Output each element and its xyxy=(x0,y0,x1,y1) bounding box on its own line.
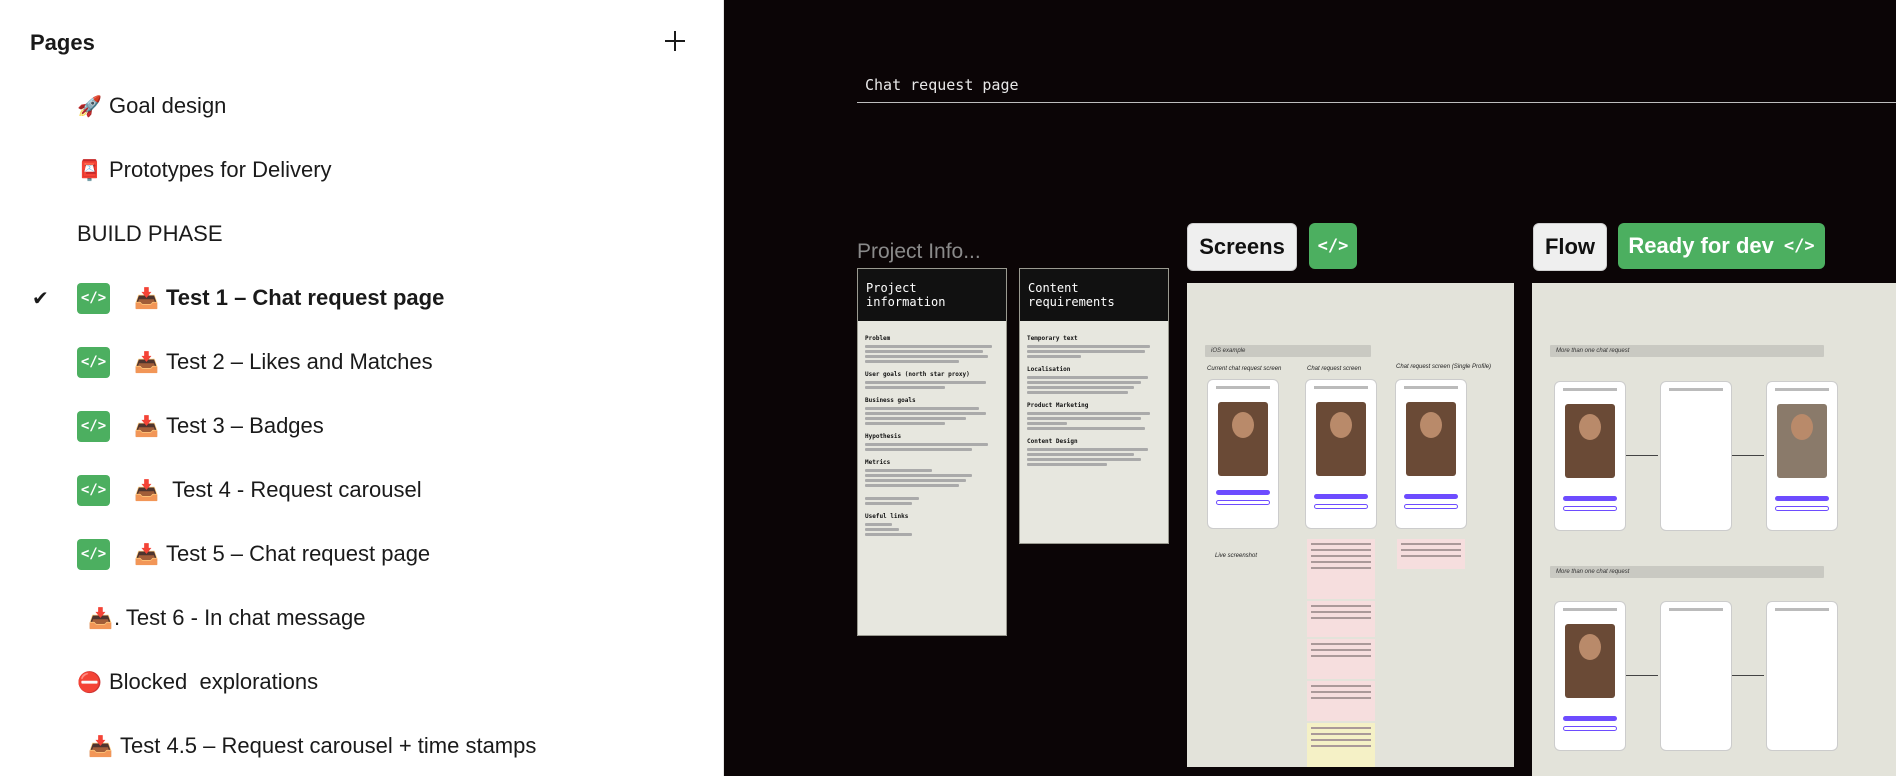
annotation-note xyxy=(1307,539,1375,599)
pages-header: Pages xyxy=(30,30,95,55)
section-heading: Content Design xyxy=(1027,438,1078,445)
pages-panel: Pages 🚀 Goal design 📮 Prototypes for Del… xyxy=(0,0,724,776)
annotation-note xyxy=(1307,681,1375,721)
annotation-note xyxy=(1307,723,1375,767)
section-bar: iOS example xyxy=(1205,345,1371,357)
page-item-prototypes[interactable]: 📮 Prototypes for Delivery xyxy=(77,142,801,198)
page-item-blocked[interactable]: ⛔ Blocked explorations xyxy=(77,654,801,710)
phone-mockup[interactable] xyxy=(1660,601,1732,751)
page-item-build-phase[interactable]: BUILD PHASE xyxy=(77,206,801,262)
flow-arrow xyxy=(1732,675,1764,676)
code-icon: </> xyxy=(77,282,110,314)
flow-board[interactable]: More than one chat request More than one… xyxy=(1532,283,1896,776)
section-bar: More than one chat request xyxy=(1550,345,1824,357)
section-heading: Product Marketing xyxy=(1027,402,1089,409)
page-item-test-4-5[interactable]: 📥 Test 4.5 – Request carousel + time sta… xyxy=(88,718,812,774)
flow-arrow xyxy=(1626,675,1658,676)
section-heading: Problem xyxy=(865,335,891,342)
project-information-card[interactable]: Project information Problem User goals (… xyxy=(857,268,1007,636)
section-heading: Useful links xyxy=(865,513,909,520)
page-label: BUILD PHASE xyxy=(77,221,223,246)
code-icon[interactable]: </> xyxy=(1309,223,1357,269)
add-page-button[interactable] xyxy=(660,26,690,56)
section-heading: User goals (north star proxy) xyxy=(865,371,970,378)
screen-label: Chat request screen xyxy=(1307,366,1362,372)
checkmark-icon: ✔ xyxy=(32,287,49,310)
phone-mockup[interactable] xyxy=(1207,379,1279,529)
card-title: Project information xyxy=(858,269,1006,321)
content-requirements-card[interactable]: Content requirements Temporary text Loca… xyxy=(1019,268,1169,544)
section-bar: More than one chat request xyxy=(1550,566,1824,578)
pill-text: Ready for dev xyxy=(1628,233,1774,258)
annotation-note xyxy=(1307,639,1375,679)
section-heading: Hypothesis xyxy=(865,433,902,440)
page-label: Test 2 – Likes and Matches xyxy=(166,349,433,374)
annotation-note xyxy=(1307,601,1375,637)
page-label: . Test 6 - In chat message xyxy=(114,605,366,630)
page-label: Test 5 – Chat request page xyxy=(166,541,431,566)
phone-mockup[interactable] xyxy=(1305,379,1377,529)
page-label: Test 4.5 – Request carousel + time stamp… xyxy=(120,733,537,758)
code-icon: </> xyxy=(77,474,110,506)
frame-title[interactable]: Chat request page xyxy=(865,76,1019,94)
inbox-tray-icon: 📥 xyxy=(88,734,113,758)
phone-mockup[interactable] xyxy=(1554,601,1626,751)
page-label: Prototypes for Delivery xyxy=(109,157,332,182)
code-icon: </> xyxy=(77,410,110,442)
inbox-tray-icon: 📥 xyxy=(88,606,113,630)
screens-label[interactable]: Screens xyxy=(1187,223,1297,271)
screens-board[interactable]: iOS example Current chat request screen … xyxy=(1187,283,1514,767)
pill-text: </> xyxy=(1317,236,1349,256)
card-body: Problem User goals (north star proxy) Bu… xyxy=(858,321,1006,544)
page-label: Goal design xyxy=(109,93,227,118)
pill-text: Flow xyxy=(1544,234,1596,259)
annotation-note xyxy=(1397,539,1465,569)
inbox-tray-icon: 📥 xyxy=(134,478,159,502)
page-item-test-4[interactable]: </> 📥 Test 4 - Request carousel xyxy=(0,462,724,518)
mailbox-icon: 📮 xyxy=(77,158,102,182)
page-item-test-6[interactable]: 📥 . Test 6 - In chat message xyxy=(88,590,812,646)
live-screenshot-label: Live screenshot xyxy=(1215,553,1258,559)
screen-label: Chat request screen (Single Profile) xyxy=(1396,364,1492,370)
page-item-test-5[interactable]: </> 📥 Test 5 – Chat request page xyxy=(0,526,724,582)
code-icon: </> xyxy=(77,538,110,570)
card-title: Content requirements xyxy=(1020,269,1168,321)
no-entry-icon: ⛔ xyxy=(77,670,102,694)
phone-mockup[interactable] xyxy=(1395,379,1467,529)
flow-arrow xyxy=(1732,455,1764,456)
phone-mockup[interactable] xyxy=(1766,601,1838,751)
page-label: Blocked explorations xyxy=(109,669,319,694)
page-item-test-1[interactable]: ✔ </> 📥 Test 1 – Chat request page xyxy=(0,270,724,326)
design-canvas[interactable]: Chat request page Project Info... Projec… xyxy=(725,0,1896,776)
inbox-tray-icon: 📥 xyxy=(134,286,159,310)
section-heading: Business goals xyxy=(865,397,916,404)
screen-label: Current chat request screen xyxy=(1207,366,1282,372)
section-heading: Localisation xyxy=(1027,366,1071,373)
section-heading: Temporary text xyxy=(1027,335,1078,342)
card-body: Temporary text Localisation Product Mark… xyxy=(1020,321,1168,474)
inbox-tray-icon: 📥 xyxy=(134,414,159,438)
page-label: Test 3 – Badges xyxy=(166,413,324,438)
section-heading: Metrics xyxy=(865,459,891,466)
rocket-icon: 🚀 xyxy=(77,94,102,118)
frame-divider xyxy=(857,102,1896,103)
page-item-test-2[interactable]: </> 📥 Test 2 – Likes and Matches xyxy=(0,334,724,390)
flow-label[interactable]: Flow xyxy=(1533,223,1607,271)
flow-arrow xyxy=(1626,455,1658,456)
inbox-tray-icon: 📥 xyxy=(134,350,159,374)
ready-for-dev-badge[interactable]: Ready for dev </> xyxy=(1618,223,1825,269)
phone-mockup[interactable] xyxy=(1554,381,1626,531)
page-label: Test 1 – Chat request page xyxy=(166,285,445,310)
pill-text: Screens xyxy=(1199,234,1285,259)
page-item-goal-design[interactable]: 🚀 Goal design xyxy=(77,78,801,134)
code-icon: </> xyxy=(77,346,110,378)
phone-mockup[interactable] xyxy=(1660,381,1732,531)
project-info-label[interactable]: Project Info... xyxy=(857,240,981,264)
code-icon: </> xyxy=(1783,236,1815,256)
page-item-test-3[interactable]: </> 📥 Test 3 – Badges xyxy=(0,398,724,454)
inbox-tray-icon: 📥 xyxy=(134,542,159,566)
phone-mockup[interactable] xyxy=(1766,381,1838,531)
page-label: Test 4 - Request carousel xyxy=(172,477,422,502)
